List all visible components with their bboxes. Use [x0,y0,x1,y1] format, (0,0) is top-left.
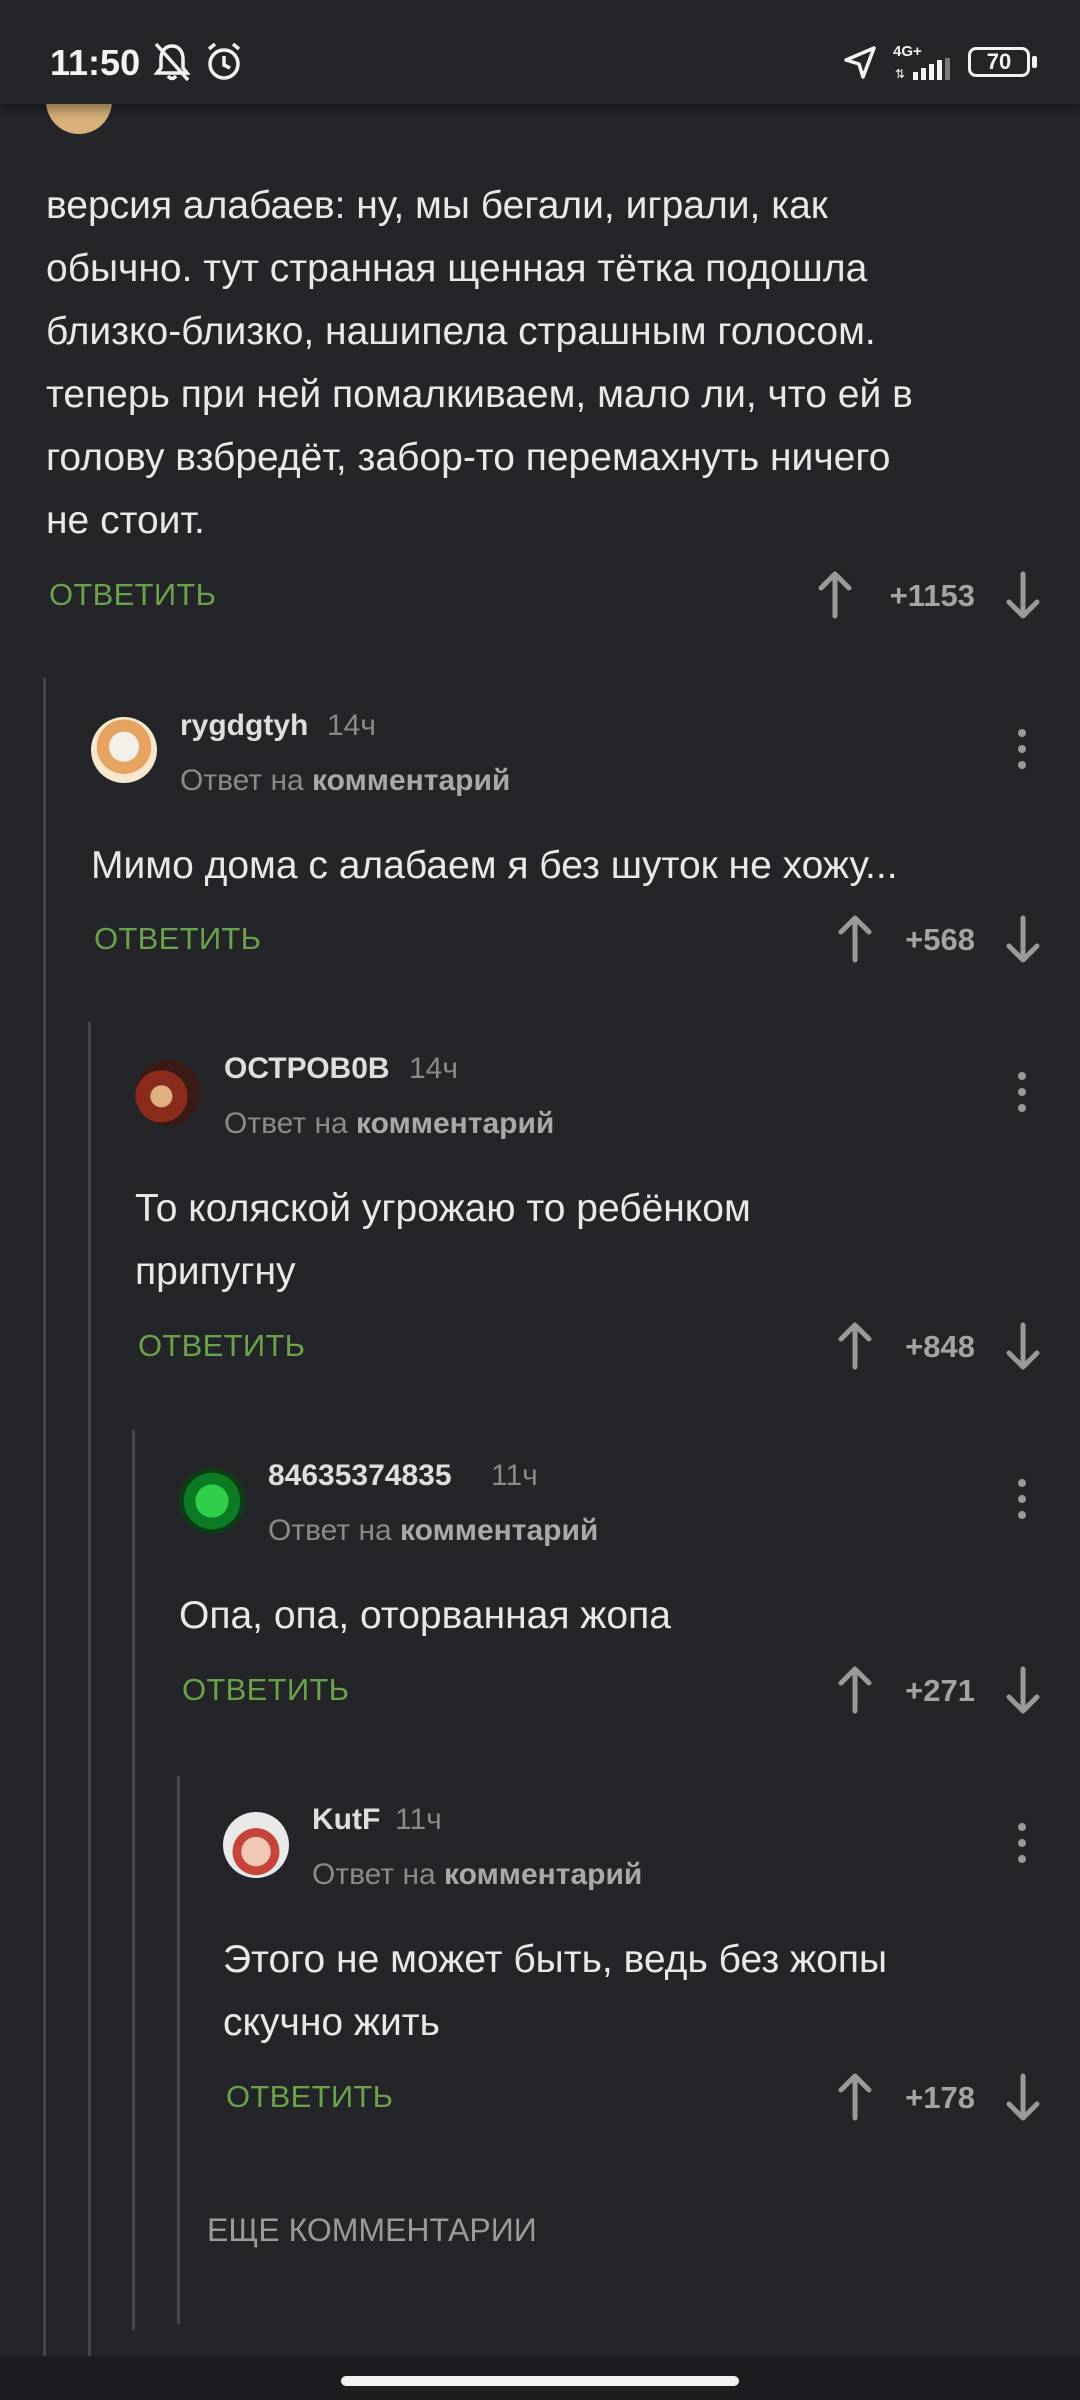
vote-count: +568 [905,922,975,957]
upvote-icon[interactable] [815,570,855,620]
reply-to-prefix: Ответ на [268,1514,392,1547]
thread-line[interactable] [43,678,46,2356]
comment-line: припугну [135,1250,296,1293]
comment-line: теперь при ней помалкиваем, мало ли, что… [46,373,913,416]
username[interactable]: ОСТРОВ0В [224,1052,390,1086]
downvote-icon[interactable] [1003,1321,1043,1371]
home-indicator[interactable] [341,2376,739,2386]
more-options-icon[interactable] [1012,729,1032,775]
comment-text: версия алабаев: ну, мы бегали, играли, к… [46,174,1046,552]
comment-text: То коляской угрожаю то ребёнком припугну [135,1177,1055,1303]
reply-to-link[interactable]: комментарий [356,1107,554,1140]
reply-to: Ответ на комментарий [268,1514,598,1548]
comment-time: 11ч [491,1459,538,1492]
thread-line[interactable] [88,1022,91,2356]
comment-time: 14ч [409,1052,458,1085]
reply-to: Ответ на комментарий [224,1107,554,1141]
username[interactable]: 84635374835 [268,1459,452,1493]
comment-line: голову взбредёт, забор-то перемахнуть ни… [46,436,891,479]
more-options-icon[interactable] [1012,1479,1032,1525]
status-time: 11:50 [50,42,141,83]
reply-to-prefix: Ответ на [180,764,304,797]
reply-button[interactable]: ОТВЕТИТЬ [138,1328,305,1364]
reply-button[interactable]: ОТВЕТИТЬ [226,2079,393,2115]
more-comments-button[interactable]: ЕЩЕ КОММЕНТАРИИ [207,2212,537,2249]
avatar[interactable] [91,717,157,783]
comment-time: 14ч [327,709,376,742]
downvote-icon[interactable] [1003,570,1043,620]
reply-to-link[interactable]: комментарий [312,764,510,797]
comment-line: То коляской угрожаю то ребёнком [135,1187,751,1230]
more-options-icon[interactable] [1012,1823,1032,1869]
comment-text: Мимо дома с алабаем я без шуток не хожу.… [91,834,1051,897]
username[interactable]: KutF [312,1803,380,1837]
upvote-icon[interactable] [835,1321,875,1371]
more-options-icon[interactable] [1012,1072,1032,1118]
vote-count: +178 [905,2080,975,2115]
bell-off-icon [153,42,191,82]
comment-line: Опа, опа, оторванная жопа [179,1594,671,1637]
reply-button[interactable]: ОТВЕТИТЬ [49,577,216,613]
thread-line[interactable] [132,1430,135,2330]
reply-to-link[interactable]: комментарий [400,1514,598,1547]
comment-text: Опа, опа, оторванная жопа [179,1584,1059,1647]
reply-button[interactable]: ОТВЕТИТЬ [94,921,261,957]
reply-to-prefix: Ответ на [312,1858,436,1891]
battery-icon: 70 [968,47,1030,77]
comment-line: версия алабаев: ну, мы бегали, играли, к… [46,184,828,227]
downvote-icon[interactable] [1003,914,1043,964]
vote-count: +271 [905,1673,975,1708]
comment-line: не стоит. [46,499,205,542]
comment-line: близко-близко, нашипела страшным голосом… [46,310,876,353]
avatar[interactable] [179,1468,245,1534]
status-bar: 11:50 4G+ ⇅ 70 [0,0,1080,104]
upvote-icon[interactable] [835,2072,875,2122]
downvote-icon[interactable] [1003,1665,1043,1715]
upvote-icon[interactable] [835,1665,875,1715]
svg-text:⇅: ⇅ [895,67,905,80]
battery-tip [1032,56,1037,68]
reply-to: Ответ на комментарий [180,764,510,798]
reply-to: Ответ на комментарий [312,1858,642,1892]
downvote-icon[interactable] [1003,2072,1043,2122]
comment-line: Этого не может быть, ведь без жопы [223,1938,887,1981]
comment-time: 11ч [395,1803,442,1836]
reply-button[interactable]: ОТВЕТИТЬ [182,1672,349,1708]
alarm-icon [207,42,241,80]
username[interactable]: rygdgtyh [180,709,308,743]
comment-line: скучно жить [223,2001,440,2044]
comment-text: Этого не может быть, ведь без жопы скучн… [223,1928,1053,2054]
location-arrow-icon [844,46,876,79]
avatar[interactable] [135,1060,201,1126]
vote-count: +1153 [889,578,975,613]
avatar[interactable] [223,1812,289,1878]
thread-line[interactable] [177,1776,180,2324]
comment-line: Мимо дома с алабаем я без шуток не хожу.… [91,844,898,887]
comment-line: обычно. тут странная щенная тётка подошл… [46,247,868,290]
reply-to-link[interactable]: комментарий [444,1858,642,1891]
signal-icon: ⇅ [895,58,950,80]
vote-count: +848 [905,1329,975,1364]
upvote-icon[interactable] [835,914,875,964]
reply-to-prefix: Ответ на [224,1107,348,1140]
